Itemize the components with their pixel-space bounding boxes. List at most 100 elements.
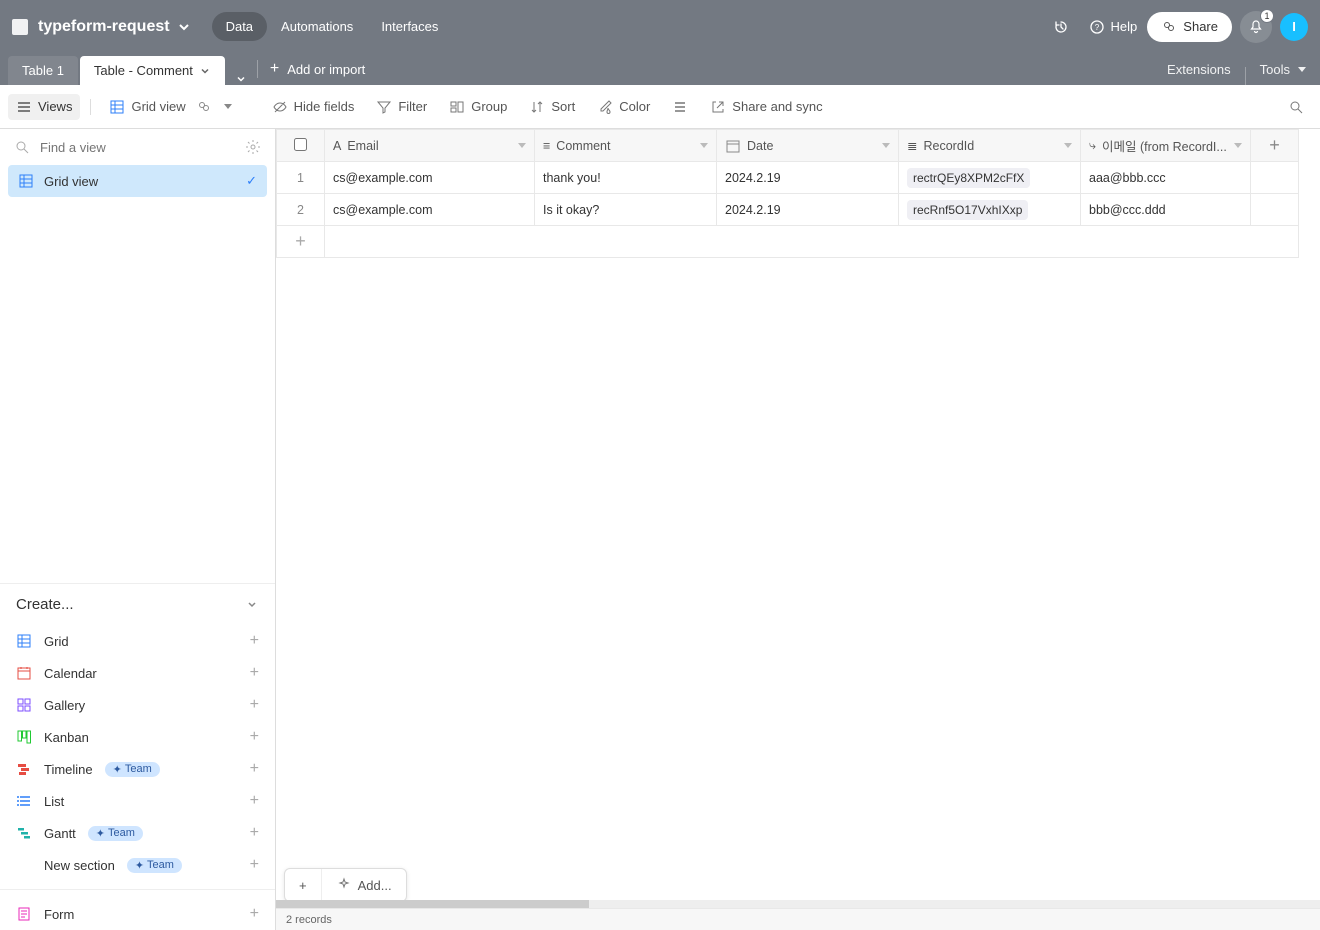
views-sidebar: Grid view ✓ Create... Grid+ Calendar+ Ga…: [0, 129, 276, 930]
notification-count: 1: [1260, 9, 1274, 23]
column-comment[interactable]: ≡Comment: [535, 130, 717, 162]
tools-button[interactable]: Tools: [1246, 53, 1320, 85]
create-timeline[interactable]: Timeline✦Team+: [0, 753, 275, 785]
gallery-icon: [16, 697, 32, 713]
nav-data[interactable]: Data: [212, 12, 267, 41]
sort-button[interactable]: Sort: [521, 94, 583, 120]
create-section-header[interactable]: Create...: [0, 583, 275, 625]
search-button[interactable]: [1280, 94, 1312, 120]
history-button[interactable]: [1043, 13, 1079, 41]
add-row[interactable]: +: [277, 226, 1299, 258]
kanban-icon: [16, 729, 32, 745]
cell-date[interactable]: 2024.2.19: [717, 194, 899, 226]
column-lookup[interactable]: ⤷이메일 (from RecordI...: [1081, 130, 1251, 162]
column-email[interactable]: AEmail: [325, 130, 535, 162]
cell-comment[interactable]: Is it okay?: [535, 194, 717, 226]
settings-icon[interactable]: [245, 139, 261, 155]
plus-icon: +: [250, 632, 259, 650]
cell-lookup[interactable]: bbb@ccc.ddd: [1081, 194, 1251, 226]
team-badge: ✦Team: [127, 858, 182, 873]
add-options-button[interactable]: Add...: [322, 869, 406, 901]
help-button[interactable]: ?Help: [1079, 13, 1148, 41]
app-logo-icon: [12, 19, 28, 35]
cell-email[interactable]: cs@example.com: [325, 162, 535, 194]
app-header: typeform-request Data Automations Interf…: [0, 0, 1320, 53]
create-grid[interactable]: Grid+: [0, 625, 275, 657]
cell-comment[interactable]: thank you!: [535, 162, 717, 194]
formula-icon: ≣: [907, 138, 917, 153]
data-table: AEmail ≡Comment Date ≣RecordId ⤷이메일 (fro…: [276, 129, 1299, 258]
row-header-checkbox[interactable]: [277, 130, 325, 162]
create-list[interactable]: List+: [0, 785, 275, 817]
create-gantt[interactable]: Gantt✦Team+: [0, 817, 275, 849]
row-height-button[interactable]: [664, 94, 696, 120]
find-view-input[interactable]: [40, 140, 235, 155]
horizontal-scrollbar[interactable]: [276, 900, 1320, 908]
create-gallery[interactable]: Gallery+: [0, 689, 275, 721]
lookup-icon: ⤷: [1089, 138, 1096, 153]
tab-table-1[interactable]: Table 1: [8, 56, 78, 85]
table-row[interactable]: 2 cs@example.com Is it okay? 2024.2.19 r…: [277, 194, 1299, 226]
sidebar-view-grid[interactable]: Grid view ✓: [8, 165, 267, 197]
search-icon: [1288, 99, 1304, 115]
grid-icon: [16, 633, 32, 649]
nav-automations[interactable]: Automations: [267, 12, 367, 41]
sparkle-icon: [336, 877, 352, 893]
grid-area: AEmail ≡Comment Date ≣RecordId ⤷이메일 (fro…: [276, 129, 1320, 930]
chevron-down-icon: [245, 598, 259, 612]
add-column-button[interactable]: +: [1251, 130, 1299, 162]
group-icon: [449, 99, 465, 115]
list-icon: [16, 793, 32, 809]
color-button[interactable]: Color: [589, 94, 658, 120]
notifications-button[interactable]: 1: [1240, 11, 1272, 43]
current-view-button[interactable]: Grid view: [101, 94, 239, 120]
filter-icon: [376, 99, 392, 115]
paint-icon: [597, 99, 613, 115]
share-button[interactable]: Share: [1147, 12, 1232, 42]
view-label: Grid view: [44, 174, 98, 189]
column-date[interactable]: Date: [717, 130, 899, 162]
grid-icon: [109, 99, 125, 115]
cell-lookup[interactable]: aaa@bbb.ccc: [1081, 162, 1251, 194]
cell-recordid[interactable]: recRnf5O17VxhIXxp: [899, 194, 1081, 226]
record-count: 2 records: [286, 914, 332, 926]
column-recordid[interactable]: ≣RecordId: [899, 130, 1081, 162]
row-number: 2: [277, 194, 325, 226]
text-field-icon: A: [333, 139, 341, 153]
tab-caret-icon[interactable]: [199, 65, 211, 77]
tab-table-comment[interactable]: Table - Comment: [80, 56, 225, 85]
create-form[interactable]: Form+: [0, 898, 275, 930]
filter-button[interactable]: Filter: [368, 94, 435, 120]
views-toggle[interactable]: Views: [8, 94, 80, 120]
nav-interfaces[interactable]: Interfaces: [367, 12, 452, 41]
create-new-section[interactable]: New section✦Team+: [0, 849, 275, 881]
hide-fields-button[interactable]: Hide fields: [264, 94, 363, 120]
cell-recordid[interactable]: rectrQEy8XPM2cFfX: [899, 162, 1081, 194]
team-badge: ✦Team: [105, 762, 160, 777]
calendar-icon: [16, 665, 32, 681]
row-number: 1: [277, 162, 325, 194]
extensions-button[interactable]: Extensions: [1153, 53, 1245, 85]
row-height-icon: [672, 99, 688, 115]
collab-icon: [196, 99, 212, 115]
create-calendar[interactable]: Calendar+: [0, 657, 275, 689]
menu-icon: [16, 99, 32, 115]
add-record-button[interactable]: +: [285, 869, 322, 901]
user-avatar[interactable]: I: [1280, 13, 1308, 41]
cell-date[interactable]: 2024.2.19: [717, 162, 899, 194]
base-name[interactable]: typeform-request: [38, 18, 170, 36]
share-sync-button[interactable]: Share and sync: [702, 94, 830, 120]
calendar-icon: [725, 138, 741, 154]
group-button[interactable]: Group: [441, 94, 515, 120]
table-row[interactable]: 1 cs@example.com thank you! 2024.2.19 re…: [277, 162, 1299, 194]
timeline-icon: [16, 761, 32, 777]
gantt-icon: [16, 825, 32, 841]
add-table-button[interactable]: +Add or import: [258, 53, 377, 85]
chevron-down-icon[interactable]: [518, 143, 526, 148]
base-name-caret-icon[interactable]: [176, 19, 192, 35]
tabs-overflow-button[interactable]: [225, 73, 257, 85]
create-kanban[interactable]: Kanban+: [0, 721, 275, 753]
team-badge: ✦Team: [88, 826, 143, 841]
cell-email[interactable]: cs@example.com: [325, 194, 535, 226]
external-link-icon: [710, 99, 726, 115]
